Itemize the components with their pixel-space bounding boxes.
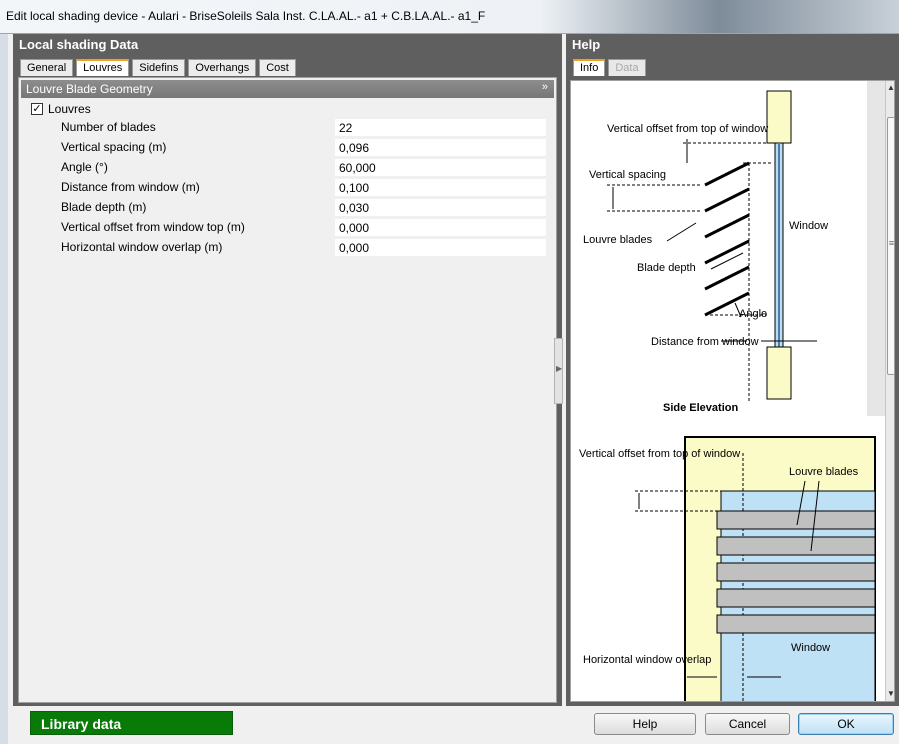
help-panel: Help Info Data Vertical offset from top … <box>566 34 899 706</box>
splitter-arrow-icon: ▶ <box>556 364 563 373</box>
property-row: Vertical offset from window top (m) 0,00… <box>19 218 554 237</box>
property-row: Distance from window (m) 0,100 <box>19 178 554 197</box>
tab-info[interactable]: Info <box>573 59 606 76</box>
grip-icon: ≡ <box>888 238 895 248</box>
vertical-offset-field[interactable]: 0,000 <box>335 219 546 236</box>
upper-wall-block <box>766 90 792 144</box>
property-label: Vertical offset from window top (m) <box>61 220 245 234</box>
vertical-spacing-field[interactable]: 0,096 <box>335 139 546 156</box>
tab-cost[interactable]: Cost <box>259 59 296 76</box>
louvre-blades-front <box>716 510 876 634</box>
property-label: Blade depth (m) <box>61 200 147 214</box>
blade-front <box>716 510 876 530</box>
front-label-offset: Vertical offset from top of window <box>579 448 740 460</box>
help-button[interactable]: Help <box>594 713 696 735</box>
front-label-overlap: Horizontal window overlap <box>583 654 711 666</box>
help-tabs: Info Data <box>573 59 649 76</box>
group-title: Louvre Blade Geometry <box>26 82 153 96</box>
horizontal-overlap-field[interactable]: 0,000 <box>335 239 546 256</box>
side-label-depth: Blade depth <box>637 262 696 274</box>
number-of-blades-field[interactable]: 22 <box>335 119 546 136</box>
front-label-window: Window <box>791 642 830 654</box>
property-label: Angle (°) <box>61 160 108 174</box>
title-bar: Edit local shading device - Aulari - Bri… <box>0 0 899 34</box>
property-row: Vertical spacing (m) 0,096 <box>19 138 554 157</box>
side-elevation-margin <box>867 81 885 416</box>
ok-button[interactable]: OK <box>798 713 894 735</box>
louvres-checkbox[interactable]: ✓ <box>31 102 43 115</box>
help-diagram: Vertical offset from top of window Verti… <box>571 81 885 701</box>
property-label: Number of blades <box>61 120 156 134</box>
scroll-down-icon[interactable]: ▼ <box>887 689 894 698</box>
property-label: Vertical spacing (m) <box>61 140 167 154</box>
scroll-up-icon[interactable]: ▲ <box>887 83 894 92</box>
property-row: Angle (°) 60,000 <box>19 158 554 177</box>
side-label-window: Window <box>789 220 828 232</box>
side-label-blades: Louvre blades <box>583 234 653 246</box>
blade-depth-field[interactable]: 0,030 <box>335 199 546 216</box>
local-shading-panel: Local shading Data General Louvres Sidef… <box>13 34 562 706</box>
blade-front <box>716 536 876 556</box>
cancel-button[interactable]: Cancel <box>705 713 790 735</box>
front-label-blades: Louvre blades <box>789 466 859 478</box>
panel-header-help: Help <box>572 37 601 52</box>
side-label-spacing: Vertical spacing <box>589 169 666 181</box>
window-title: Edit local shading device - Aulari - Bri… <box>6 9 486 23</box>
scroll-thumb[interactable]: ≡ <box>887 117 895 375</box>
help-content: Vertical offset from top of window Verti… <box>570 80 895 702</box>
side-label-angle: Angle <box>739 308 767 320</box>
panel-header-local-shading: Local shading Data <box>19 37 139 52</box>
property-row: Horizontal window overlap (m) 0,000 <box>19 238 554 257</box>
group-header-louvre-geometry[interactable]: Louvre Blade Geometry » <box>21 80 554 98</box>
side-label-offset: Vertical offset from top of window <box>607 123 768 135</box>
library-data-button[interactable]: Library data <box>30 711 233 735</box>
blade-front <box>716 588 876 608</box>
tab-general[interactable]: General <box>20 59 74 76</box>
property-row: Blade depth (m) 0,030 <box>19 198 554 217</box>
blade-front <box>716 562 876 582</box>
tab-sidefins[interactable]: Sidefins <box>132 59 186 76</box>
louvre-properties: Louvre Blade Geometry » ✓ Louvres Number… <box>18 77 557 703</box>
property-label: Horizontal window overlap (m) <box>61 240 223 254</box>
angle-field[interactable]: 60,000 <box>335 159 546 176</box>
property-row: Number of blades 22 <box>19 118 554 137</box>
distance-from-window-field[interactable]: 0,100 <box>335 179 546 196</box>
side-label-distance: Distance from window <box>651 336 759 348</box>
left-tabs: General Louvres Sidefins Overhangs Cost <box>20 59 299 76</box>
tab-louvres[interactable]: Louvres <box>76 59 130 76</box>
lower-wall-block <box>766 346 792 400</box>
tab-overhangs[interactable]: Overhangs <box>188 59 257 76</box>
help-scrollbar[interactable]: ▲ ≡ ▼ <box>885 81 895 701</box>
collapse-chevron-icon[interactable]: » <box>542 81 548 93</box>
tab-data: Data <box>608 59 646 76</box>
panel-splitter[interactable]: ▶ <box>554 338 563 404</box>
side-elevation-caption: Side Elevation <box>663 402 738 414</box>
louvres-checkbox-row[interactable]: ✓ Louvres <box>31 100 91 117</box>
louvres-checkbox-label: Louvres <box>48 101 91 116</box>
blade-front <box>716 614 876 634</box>
property-label: Distance from window (m) <box>61 180 200 194</box>
